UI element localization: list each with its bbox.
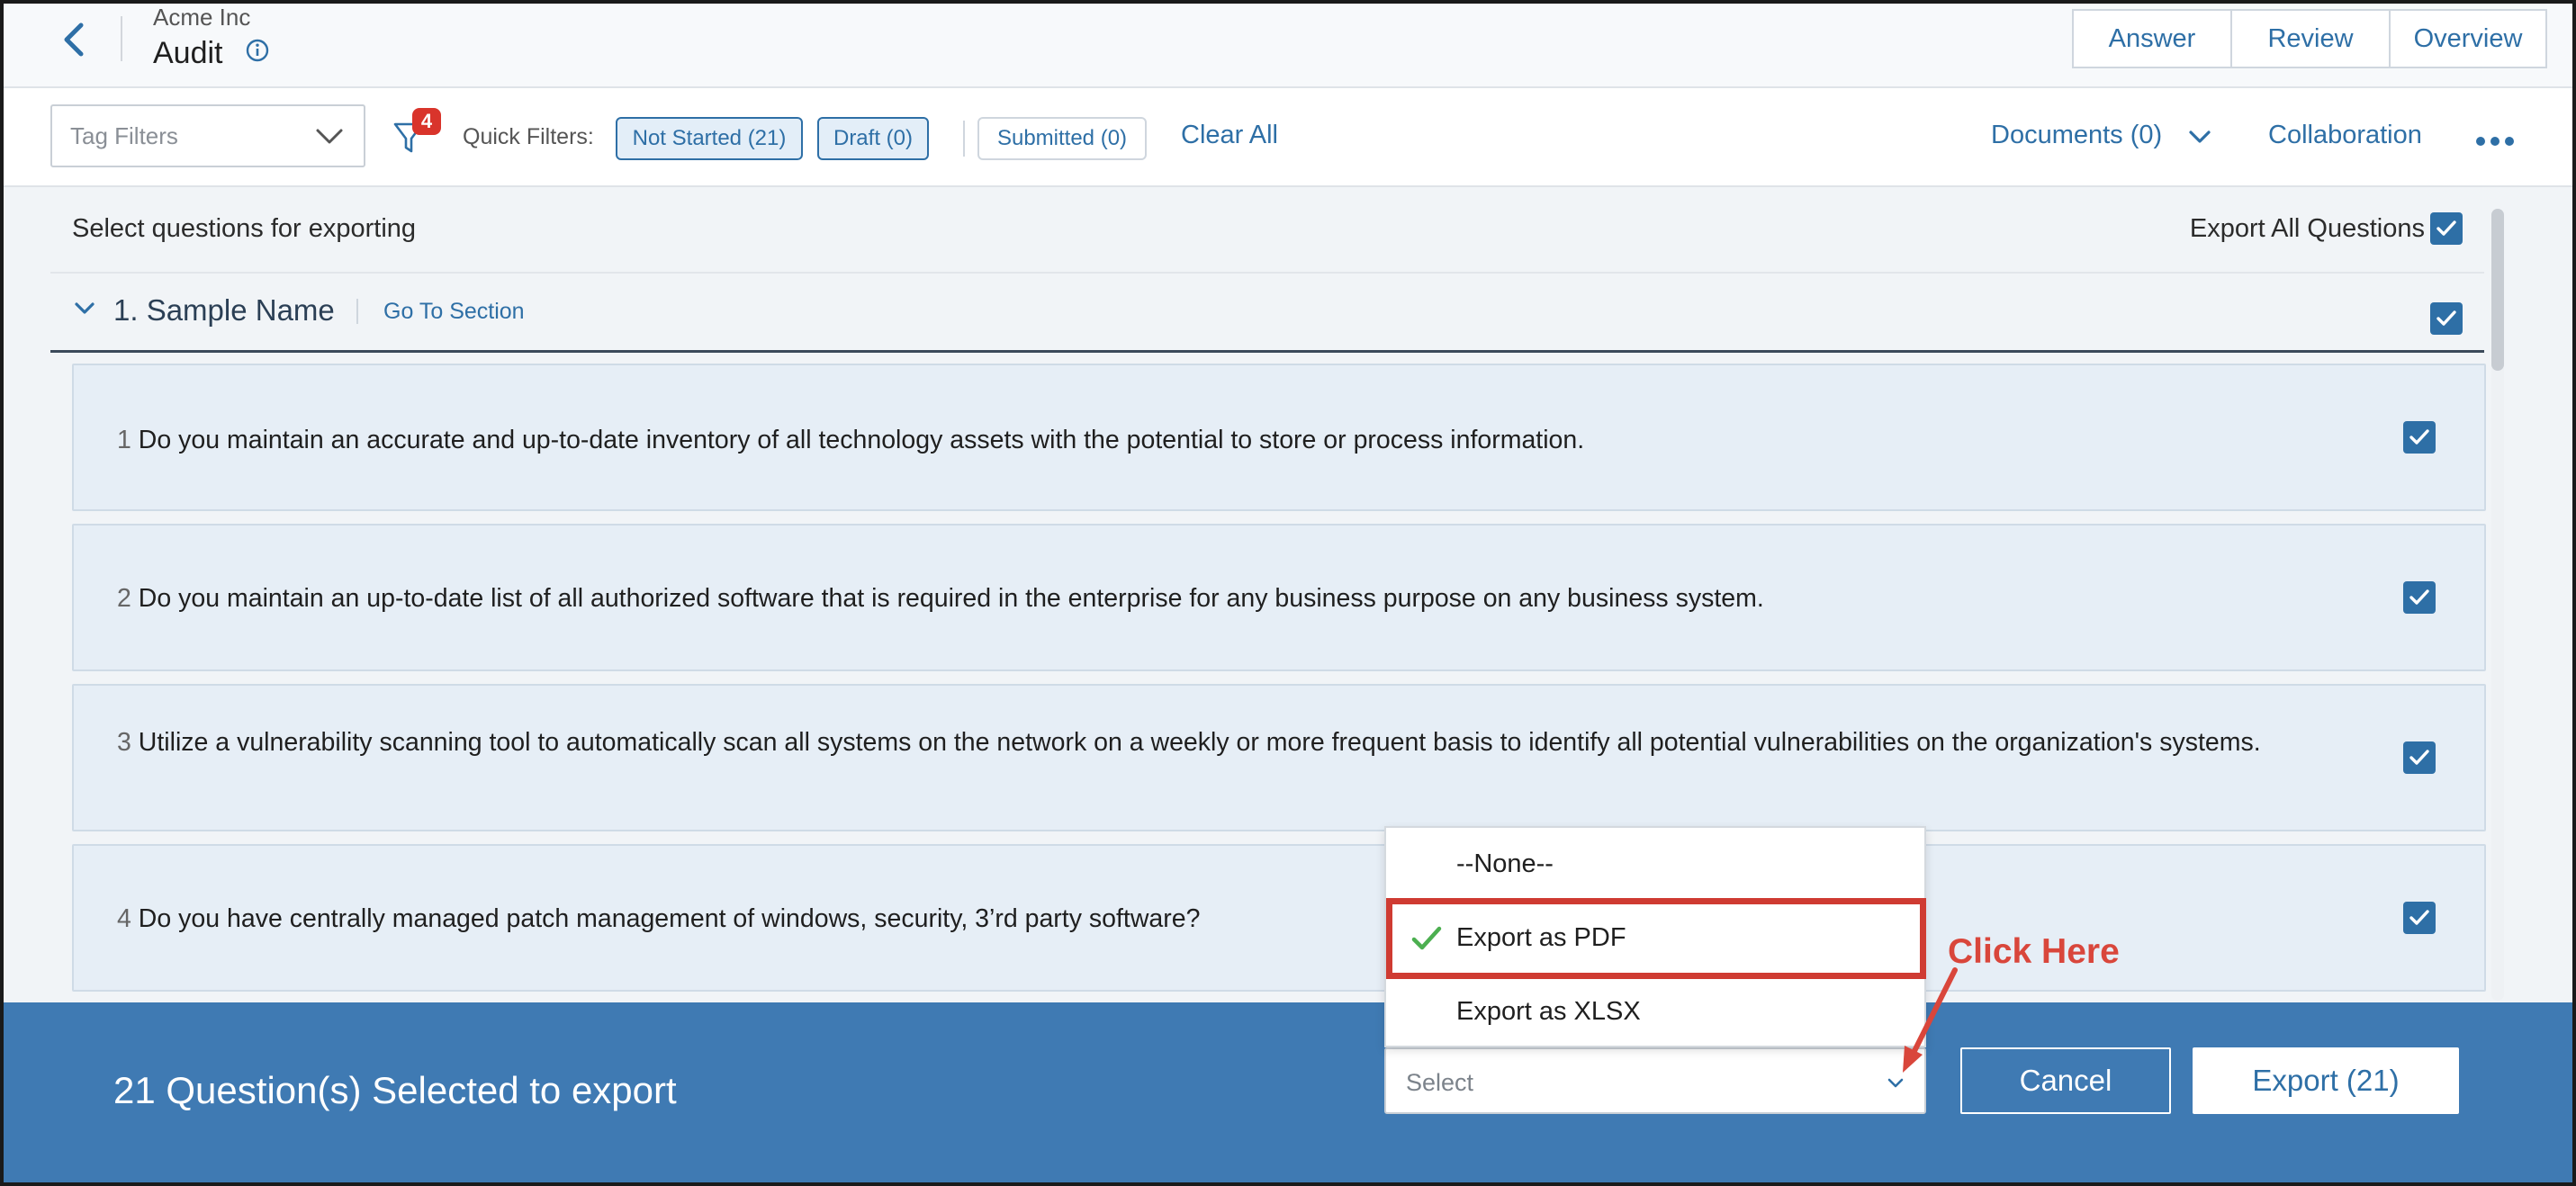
option-label: --None-- — [1456, 849, 1554, 878]
cancel-button[interactable]: Cancel — [1960, 1047, 2171, 1114]
tag-filter-select[interactable]: Tag Filters — [50, 104, 365, 167]
collapse-chevron-icon[interactable] — [74, 301, 95, 317]
question-body: Do you maintain an accurate and up-to-da… — [138, 426, 1585, 454]
section-header: 1. Sample Name Go To Section — [50, 277, 2484, 353]
documents-menu[interactable]: Documents (0) — [1991, 121, 2162, 150]
back-arrow-icon[interactable] — [56, 20, 92, 59]
selected-count-text: 21 Question(s) Selected to export — [113, 1069, 677, 1111]
chip-not-started[interactable]: Not Started (21) — [616, 117, 803, 160]
question-number: 3 — [117, 728, 131, 757]
export-all-checkbox[interactable] — [2430, 212, 2463, 245]
scrollbar-thumb[interactable] — [2491, 209, 2504, 371]
org-name: Acme Inc — [153, 4, 251, 31]
export-all-label: Export All Questions — [2189, 214, 2425, 243]
select-placeholder: Select — [1406, 1069, 1474, 1096]
option-label: Export as XLSX — [1456, 997, 1641, 1026]
tab-review[interactable]: Review — [2232, 11, 2391, 67]
top-bar: Acme Inc Audit Answer Review Overview — [4, 4, 2572, 88]
scrollbar[interactable] — [2491, 209, 2504, 1001]
divider — [121, 16, 122, 61]
go-to-section-link[interactable]: Go To Section — [383, 299, 525, 325]
more-options-icon[interactable] — [2475, 135, 2515, 146]
tab-answer[interactable]: Answer — [2074, 11, 2232, 67]
export-selection-header: Select questions for exporting Export Al… — [50, 187, 2484, 274]
clear-all-link[interactable]: Clear All — [1181, 121, 1278, 150]
export-button[interactable]: Export (21) — [2193, 1047, 2459, 1114]
chevron-down-icon — [315, 124, 344, 148]
question-checkbox[interactable] — [2403, 421, 2436, 454]
question-body: Do you maintain an up-to-date list of al… — [138, 584, 1764, 613]
chip-submitted[interactable]: Submitted (0) — [977, 117, 1147, 160]
question-text: 1 Do you maintain an accurate and up-to-… — [117, 423, 2326, 457]
chevron-down-icon — [1887, 1076, 1905, 1091]
info-icon[interactable] — [245, 38, 270, 63]
export-footer: 21 Question(s) Selected to export Select… — [4, 1002, 2572, 1182]
question-card[interactable]: 3 Utilize a vulnerability scanning tool … — [72, 684, 2486, 831]
option-none[interactable]: --None-- — [1386, 828, 1924, 902]
section-checkbox[interactable] — [2430, 302, 2463, 335]
question-checkbox[interactable] — [2403, 902, 2436, 934]
collaboration-link[interactable]: Collaboration — [2268, 121, 2422, 150]
question-body: Do you have centrally managed patch mana… — [138, 904, 1201, 933]
question-list-panel: Select questions for exporting Export Al… — [4, 187, 2572, 1002]
divider — [356, 299, 358, 324]
question-body: Utilize a vulnerability scanning tool to… — [138, 728, 2261, 757]
tab-overview[interactable]: Overview — [2391, 11, 2545, 67]
question-text: 3 Utilize a vulnerability scanning tool … — [117, 725, 2326, 759]
export-format-select[interactable]: Select — [1384, 1047, 1926, 1114]
section-title: 1. Sample Name — [113, 293, 335, 327]
tag-filter-placeholder: Tag Filters — [70, 122, 178, 149]
chip-divider — [963, 121, 965, 157]
question-checkbox[interactable] — [2403, 741, 2436, 774]
question-text: 4 Do you have centrally managed patch ma… — [117, 902, 2326, 936]
chevron-down-icon[interactable] — [2187, 128, 2212, 148]
question-number: 4 — [117, 904, 131, 933]
quick-filters-label: Quick Filters: — [463, 124, 594, 149]
question-card[interactable]: 2 Do you maintain an up-to-date list of … — [72, 524, 2486, 671]
question-checkbox[interactable] — [2403, 581, 2436, 614]
question-number: 1 — [117, 426, 131, 454]
select-questions-prompt: Select questions for exporting — [72, 214, 417, 243]
page-title: Audit — [153, 36, 223, 70]
app-window: Acme Inc Audit Answer Review Overview Ta… — [0, 0, 2576, 1186]
filter-bar: Tag Filters 4 Quick Filters: Not Started… — [4, 88, 2572, 187]
question-card[interactable]: 4 Do you have centrally managed patch ma… — [72, 844, 2486, 992]
question-text: 2 Do you maintain an up-to-date list of … — [117, 581, 2326, 615]
callout-arrow-icon — [1903, 967, 1958, 1073]
view-tabs: Answer Review Overview — [2072, 9, 2547, 68]
highlight-box — [1386, 898, 1926, 979]
filter-count-badge: 4 — [412, 108, 441, 135]
question-number: 2 — [117, 584, 131, 613]
option-export-xlsx[interactable]: Export as XLSX — [1386, 975, 1924, 1049]
chip-draft[interactable]: Draft (0) — [817, 117, 929, 160]
question-card[interactable]: 1 Do you maintain an accurate and up-to-… — [72, 364, 2486, 511]
